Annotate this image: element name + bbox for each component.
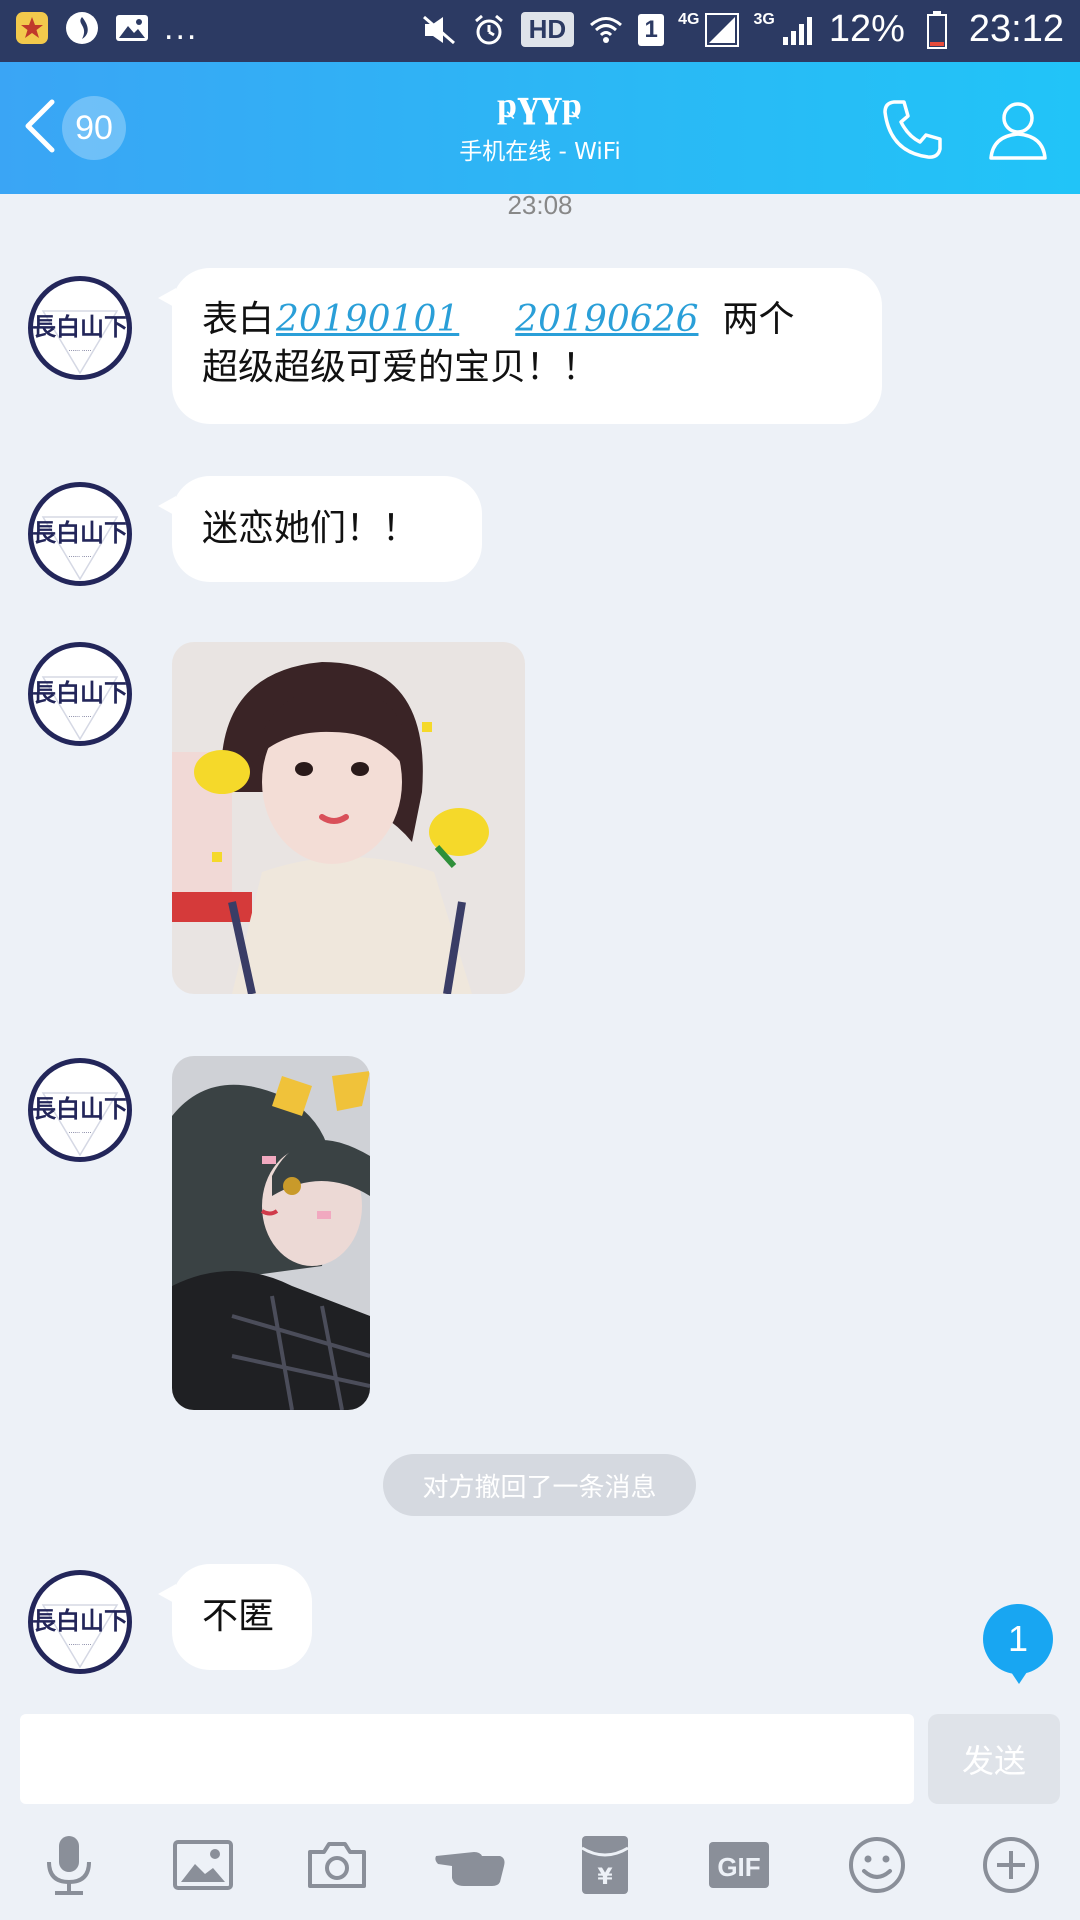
more-notifications-indicator: ... [164,9,199,47]
alarm-icon [471,12,507,48]
photo-picker-button[interactable] [168,1832,238,1902]
network-type-4g: 4G [678,10,700,28]
star-app-icon [14,10,50,46]
svg-text:¥: ¥ [597,1865,613,1890]
flame-app-icon [64,10,100,46]
number-link[interactable]: 20190101 [276,299,459,340]
message-text: 表白 [202,299,275,340]
svg-text:長白山下: 長白山下 [33,518,127,547]
gif-button[interactable]: GIF [704,1832,774,1902]
image-icon [173,1840,233,1894]
network-type-3g: 3G [753,10,775,28]
battery-icon [919,10,955,49]
message-line: 表白20190101 20190626 两个 [202,296,852,344]
camera-button[interactable] [302,1832,372,1902]
wifi-icon [588,12,624,48]
svg-text:······ ·····: ······ ····· [69,1642,92,1649]
recall-notice: 对方撤回了一条消息 [383,1454,696,1516]
sender-avatar[interactable]: 長白山下 ······ ····· [28,642,132,746]
photo-message[interactable] [172,1056,370,1410]
clock: 23:12 [968,8,1064,50]
pointing-hand-icon [434,1842,508,1892]
status-bar: ... HD 1 4G 3G 12% 23:12 [0,0,1080,62]
gif-label: GIF [717,1851,761,1882]
gallery-app-icon [114,10,150,46]
voice-call-button[interactable] [880,96,948,164]
signal-icon-2 [779,12,815,48]
message-timestamp: 23:08 [507,190,573,220]
sender-avatar[interactable]: 長白山下 ······ ····· [28,276,132,380]
message-bubble[interactable]: 不匿 [158,1564,312,1670]
input-row: 发送 [0,1706,1080,1806]
svg-text:長白山下: 長白山下 [33,1094,127,1123]
svg-text:長白山下: 長白山下 [33,312,127,341]
sender-avatar[interactable]: 長白山下 ······ ····· [28,1058,132,1162]
poke-button[interactable] [434,1832,508,1902]
svg-text:長白山下: 長白山下 [33,678,127,707]
svg-text:······ ·····: ······ ····· [69,1130,92,1137]
plus-circle-icon [981,1835,1041,1899]
message-bubble[interactable]: 迷恋她们！！ [158,476,482,582]
message-text: 迷恋她们！！ [202,508,419,549]
message-text: 两个 [722,299,795,340]
svg-text:······ ·····: ······ ····· [69,348,92,355]
smiley-icon [847,1835,907,1899]
phone-icon [880,100,946,166]
message-text: 超级超级可爱的宝贝！！ [202,347,599,388]
svg-text:長白山下: 長白山下 [33,1606,127,1635]
more-actions-button[interactable] [976,1832,1046,1902]
red-packet-button[interactable]: ¥ [570,1832,640,1902]
message-text: 不匿 [202,1596,275,1637]
input-toolbar: ¥ GIF [0,1812,1080,1920]
photo-message[interactable] [172,642,525,994]
microphone-icon [41,1834,97,1900]
red-envelope-icon: ¥ [580,1834,630,1900]
voice-button[interactable] [34,1832,104,1902]
svg-text:······ ·····: ······ ····· [69,714,92,721]
emoji-button[interactable] [842,1832,912,1902]
new-message-badge[interactable]: 1 [983,1604,1053,1684]
sender-avatar[interactable]: 長白山下 ······ ····· [28,1570,132,1674]
message-input[interactable] [20,1714,914,1804]
contact-profile-button[interactable] [985,96,1053,164]
person-icon [985,102,1051,166]
message-bubble[interactable]: 表白20190101 20190626 两个 超级超级可爱的宝贝！！ [158,268,882,424]
sim-indicator: 1 [638,13,665,46]
signal-icon [704,12,740,48]
send-button[interactable]: 发送 [928,1714,1060,1804]
svg-text:······ ·····: ······ ····· [69,554,92,561]
sender-avatar[interactable]: 長白山下 ······ ····· [28,482,132,586]
chat-header: 90 ҏүүҏ 手机在线 - WiFi [0,62,1080,194]
number-link[interactable]: 20190626 [515,299,698,340]
camera-icon [306,1840,368,1894]
hd-voice-badge: HD [520,12,575,47]
mute-icon [421,12,457,48]
battery-percent: 12% [828,8,905,50]
